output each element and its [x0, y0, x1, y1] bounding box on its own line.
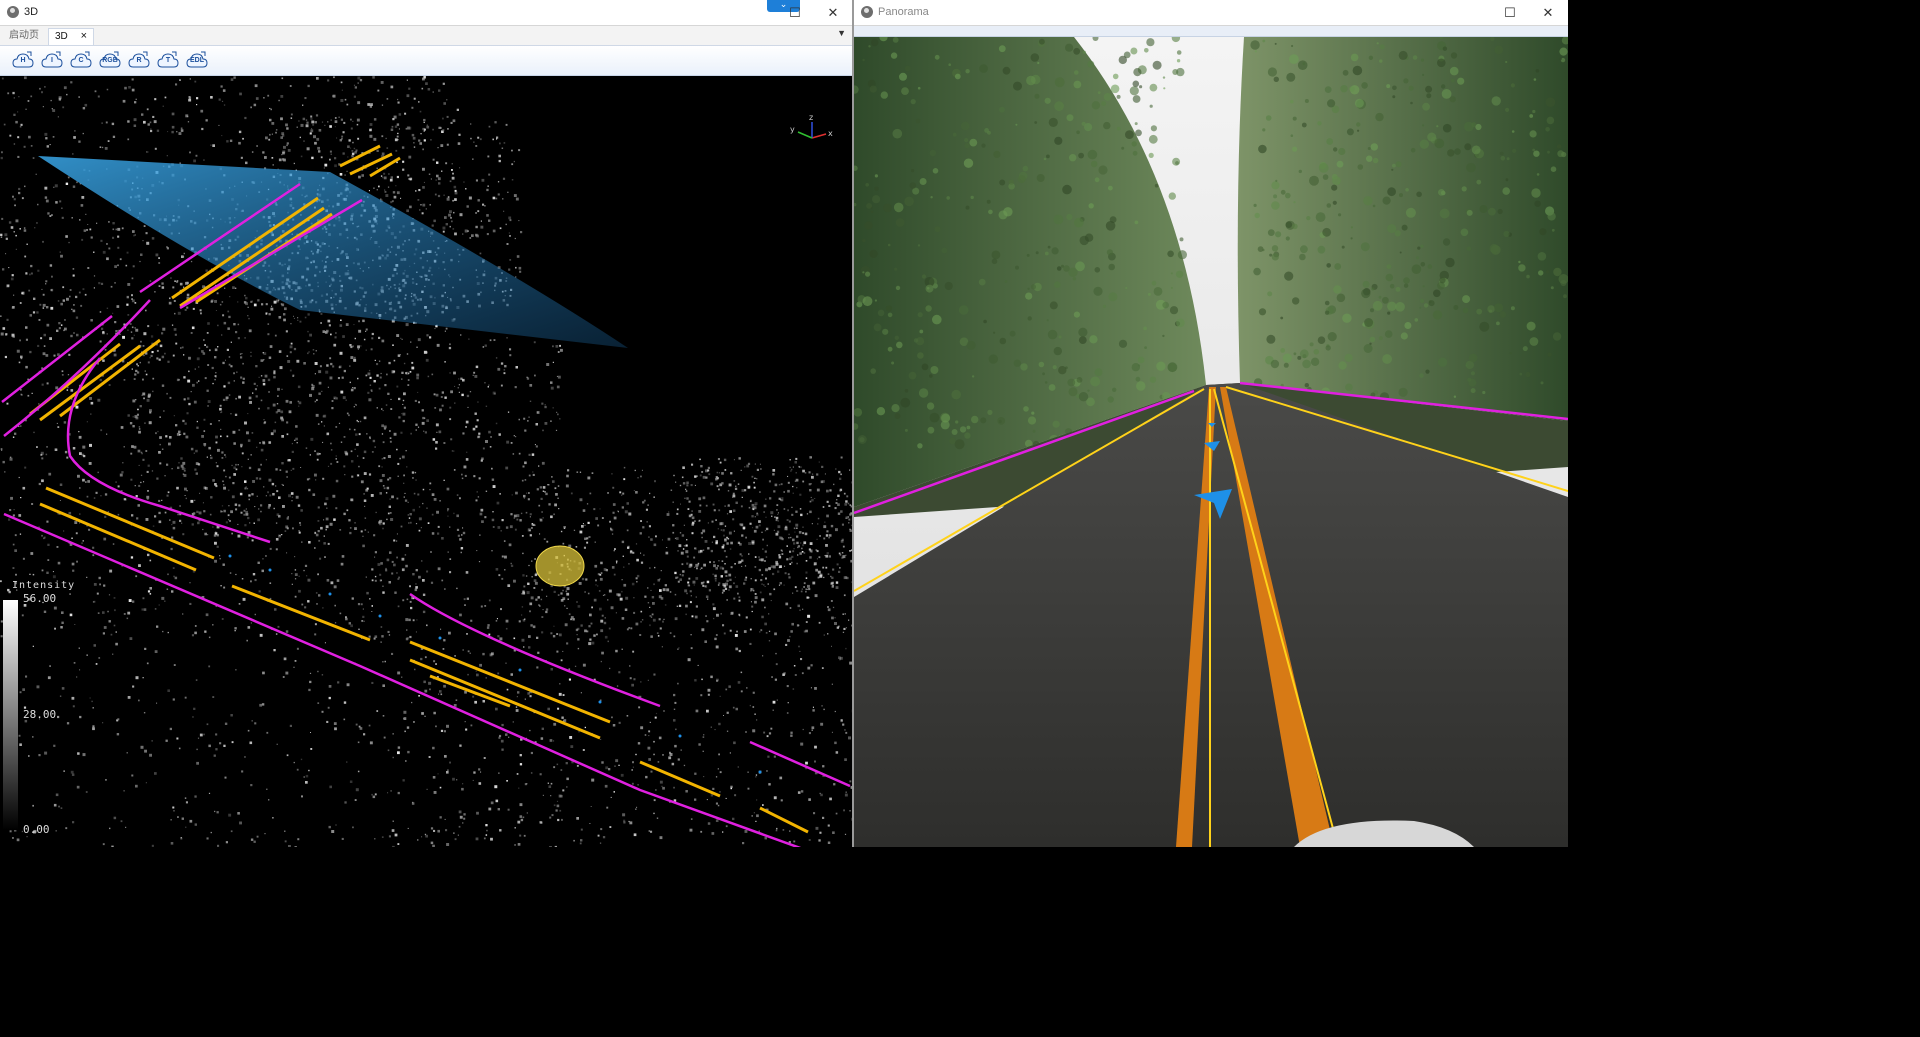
window-title: 3D — [24, 6, 39, 18]
tool-label: T — [165, 57, 171, 64]
panorama-canvas[interactable] — [854, 37, 1568, 847]
window-panorama: Panorama ☐ ✕ — [854, 0, 1568, 847]
point-cloud-viewport[interactable]: x y z Intensity 56.00 28.00 0.00 — [0, 76, 852, 847]
window-3d: 3D ⌄ ☐ ✕ 启动页 3D × ▼ H I C RGB R T EDL x … — [0, 0, 854, 847]
legend-max-value: 56.00 — [23, 592, 57, 605]
tab-close-icon[interactable]: × — [81, 30, 87, 42]
axis-gizmo: x y z — [790, 113, 833, 139]
close-button[interactable]: ✕ — [1528, 0, 1568, 25]
tab-overflow-icon[interactable]: ▼ — [837, 28, 846, 38]
titlebar-panorama[interactable]: Panorama ☐ ✕ — [854, 0, 1568, 26]
app-logo-icon — [861, 6, 873, 18]
axis-y-label: y — [790, 125, 795, 134]
tool-label: RGB — [102, 57, 118, 64]
tab-3d[interactable]: 3D × — [48, 28, 95, 45]
axis-x-label: x — [828, 129, 833, 138]
app-logo-icon — [7, 6, 19, 18]
tool-label: I — [51, 57, 53, 64]
axis-z-label: z — [809, 113, 813, 122]
render-toolbar: H I C RGB R T EDL — [0, 46, 852, 76]
maximize-button[interactable]: ☐ — [1490, 0, 1530, 25]
tool-label: C — [78, 57, 84, 64]
tool-label: R — [136, 57, 142, 64]
cloud-t-icon[interactable]: T — [157, 51, 179, 69]
camera-frustum — [38, 156, 628, 348]
selection-ellipse[interactable] — [535, 545, 585, 587]
cloud-c-icon[interactable]: C — [70, 51, 92, 69]
cloud-rgb-icon[interactable]: RGB — [99, 51, 121, 69]
tool-label: H — [20, 57, 26, 64]
panorama-header-strip — [854, 26, 1568, 37]
tab-label: 启动页 — [9, 30, 39, 41]
point-cloud-canvas[interactable]: x y z — [0, 76, 852, 847]
close-button[interactable]: ✕ — [813, 0, 852, 25]
tool-label: EDL — [190, 57, 204, 64]
tab-label: 3D — [55, 31, 68, 42]
trajectory-markers — [228, 554, 762, 774]
titlebar-3d[interactable]: 3D ⌄ ☐ ✕ — [0, 0, 852, 26]
panorama-viewport[interactable] — [854, 37, 1568, 847]
intensity-color-bar — [3, 600, 18, 830]
tab-start-page[interactable]: 启动页 — [9, 28, 39, 44]
cloud-i-icon[interactable]: I — [41, 51, 63, 69]
legend-min-value: 0.00 — [23, 823, 50, 836]
maximize-button[interactable]: ☐ — [775, 0, 815, 25]
cloud-edl-icon[interactable]: EDL — [186, 51, 208, 69]
intensity-legend-title: Intensity — [12, 580, 76, 591]
cloud-h-icon[interactable]: H — [12, 51, 34, 69]
legend-mid-value: 28.00 — [23, 708, 57, 721]
window-title: Panorama — [878, 6, 929, 18]
document-tabstrip: 启动页 3D × ▼ — [0, 26, 852, 46]
cloud-r-icon[interactable]: R — [128, 51, 150, 69]
